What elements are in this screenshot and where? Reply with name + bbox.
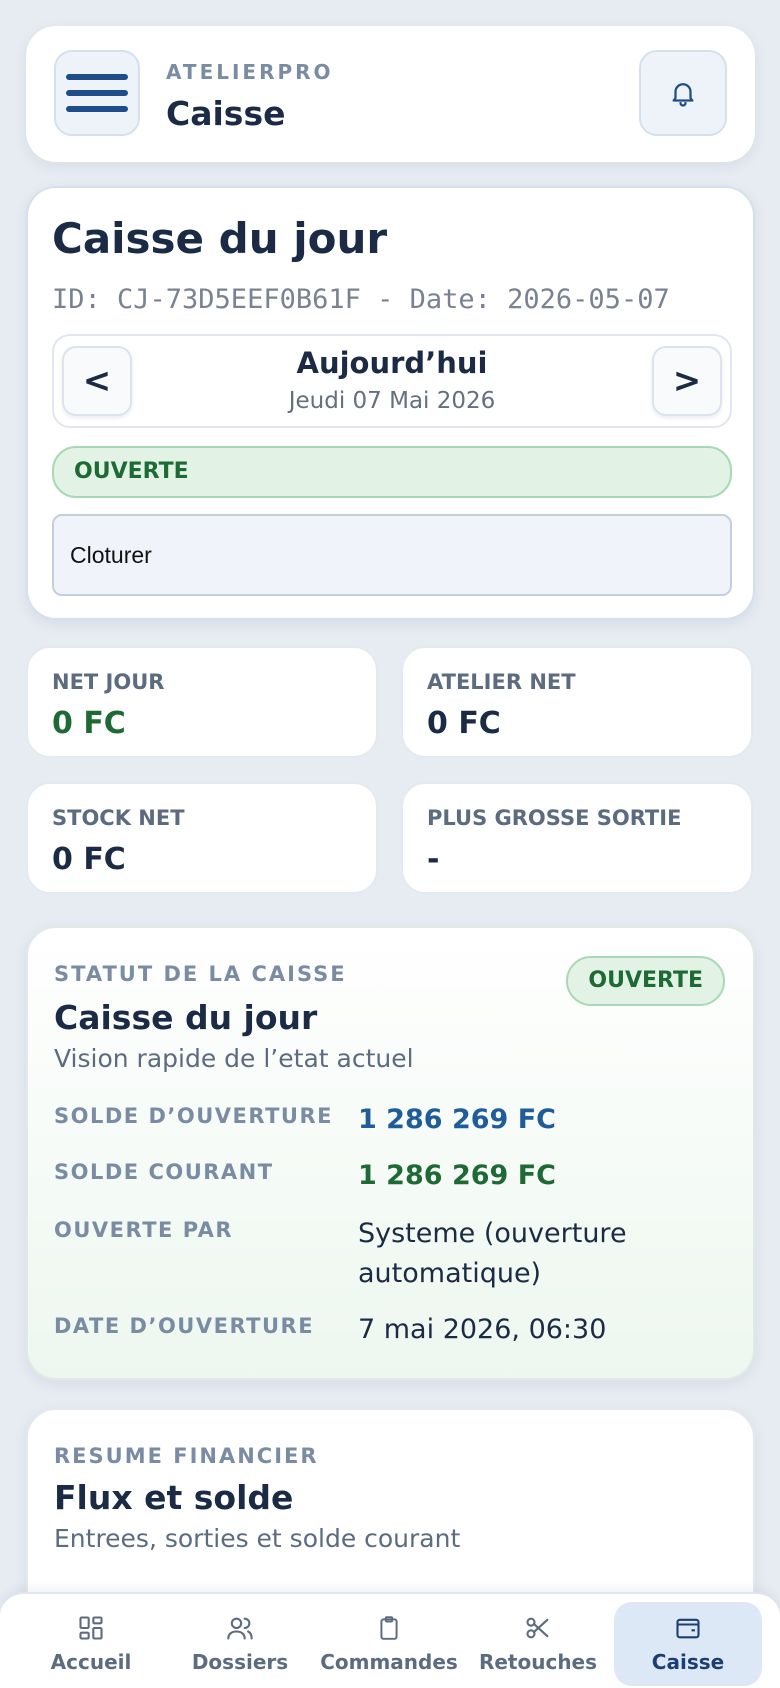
stat-card-net-jour: NET JOUR 0 FC (26, 646, 378, 758)
menu-button[interactable] (54, 50, 140, 136)
clipboard-icon (380, 1616, 398, 1640)
stat-label: NET JOUR (52, 670, 165, 694)
next-day-button[interactable]: > (652, 346, 722, 416)
nav-label: Commandes (320, 1650, 458, 1674)
day-register-card: Caisse du jour ID: CJ-73D5EEF0B61F - Dat… (26, 186, 755, 620)
notifications-button[interactable] (639, 50, 727, 136)
opening-balance-value: 1 286 269 FC (358, 1104, 556, 1135)
status-badge: OUVERTE (566, 956, 725, 1006)
stat-label: ATELIER NET (427, 670, 576, 694)
nav-label: Accueil (50, 1650, 132, 1674)
nav-item-retouches[interactable]: Retouches (464, 1602, 612, 1686)
stat-card-atelier-net: ATELIER NET 0 FC (401, 646, 753, 758)
stat-label: PLUS GROSSE SORTIE (427, 806, 682, 830)
register-action-select[interactable]: Cloturer (52, 514, 732, 596)
stat-value: 0 FC (52, 706, 126, 741)
users-icon (227, 1617, 253, 1640)
nav-item-dossiers[interactable]: Dossiers (166, 1602, 314, 1686)
nav-item-caisse[interactable]: Caisse (614, 1602, 762, 1686)
opening-date-value: 7 mai 2026, 06:30 (358, 1314, 607, 1345)
section-title: Flux et solde (54, 1478, 294, 1517)
nav-item-commandes[interactable]: Commandes (315, 1602, 463, 1686)
opening-balance-label: SOLDE D’OUVERTURE (54, 1104, 333, 1128)
hamburger-icon (66, 106, 128, 112)
current-balance-label: SOLDE COURANT (54, 1160, 274, 1184)
bottom-navigation: Accueil Dossiers Commandes Retouches Cai… (0, 1592, 780, 1688)
opened-by-value: Systeme (ouverture automatique) (358, 1218, 627, 1289)
nav-label: Retouches (478, 1650, 598, 1674)
section-title: Caisse du jour (54, 998, 318, 1037)
stat-value: - (427, 842, 440, 877)
stat-label: STOCK NET (52, 806, 185, 830)
current-day-label: Aujourd’hui (296, 346, 488, 380)
grid-icon (79, 1616, 103, 1640)
opening-date-label: DATE D’OUVERTURE (54, 1314, 315, 1338)
bell-icon (672, 83, 694, 107)
current-balance-value: 1 286 269 FC (358, 1160, 556, 1191)
register-status-card: STATUT DE LA CAISSE Caisse du jour Visio… (26, 926, 755, 1380)
register-status-pill: OUVERTE (52, 446, 732, 498)
wallet-icon (676, 1618, 700, 1639)
register-id: ID: CJ-73D5EEF0B61F - Date: 2026-05-07 (52, 284, 670, 315)
date-navigator: < Aujourd’hui Jeudi 07 Mai 2026 > (52, 334, 732, 428)
stat-card-plus-grosse-sortie: PLUS GROSSE SORTIE - (401, 782, 753, 894)
section-subtitle: Entrees, sorties et solde courant (54, 1524, 461, 1553)
nav-label: Caisse (651, 1650, 725, 1674)
hamburger-icon (66, 90, 128, 96)
hamburger-icon (66, 74, 128, 80)
day-title: Caisse du jour (52, 214, 388, 263)
app-header: ATELIERPRO Caisse (26, 26, 755, 162)
section-kicker: STATUT DE LA CAISSE (54, 962, 347, 986)
stat-value: 0 FC (52, 842, 126, 877)
app-name: ATELIERPRO (166, 60, 334, 84)
nav-label: Dossiers (191, 1650, 289, 1674)
scissors-icon (526, 1617, 549, 1639)
stat-card-stock-net: STOCK NET 0 FC (26, 782, 378, 894)
opened-by-label: OUVERTE PAR (54, 1218, 234, 1242)
stat-value: 0 FC (427, 706, 501, 741)
section-subtitle: Vision rapide de l’etat actuel (54, 1044, 414, 1073)
section-kicker: RESUME FINANCIER (54, 1444, 319, 1468)
current-day-date: Jeudi 07 Mai 2026 (288, 388, 496, 414)
page-title: Caisse (166, 94, 286, 133)
nav-item-accueil[interactable]: Accueil (17, 1602, 165, 1686)
